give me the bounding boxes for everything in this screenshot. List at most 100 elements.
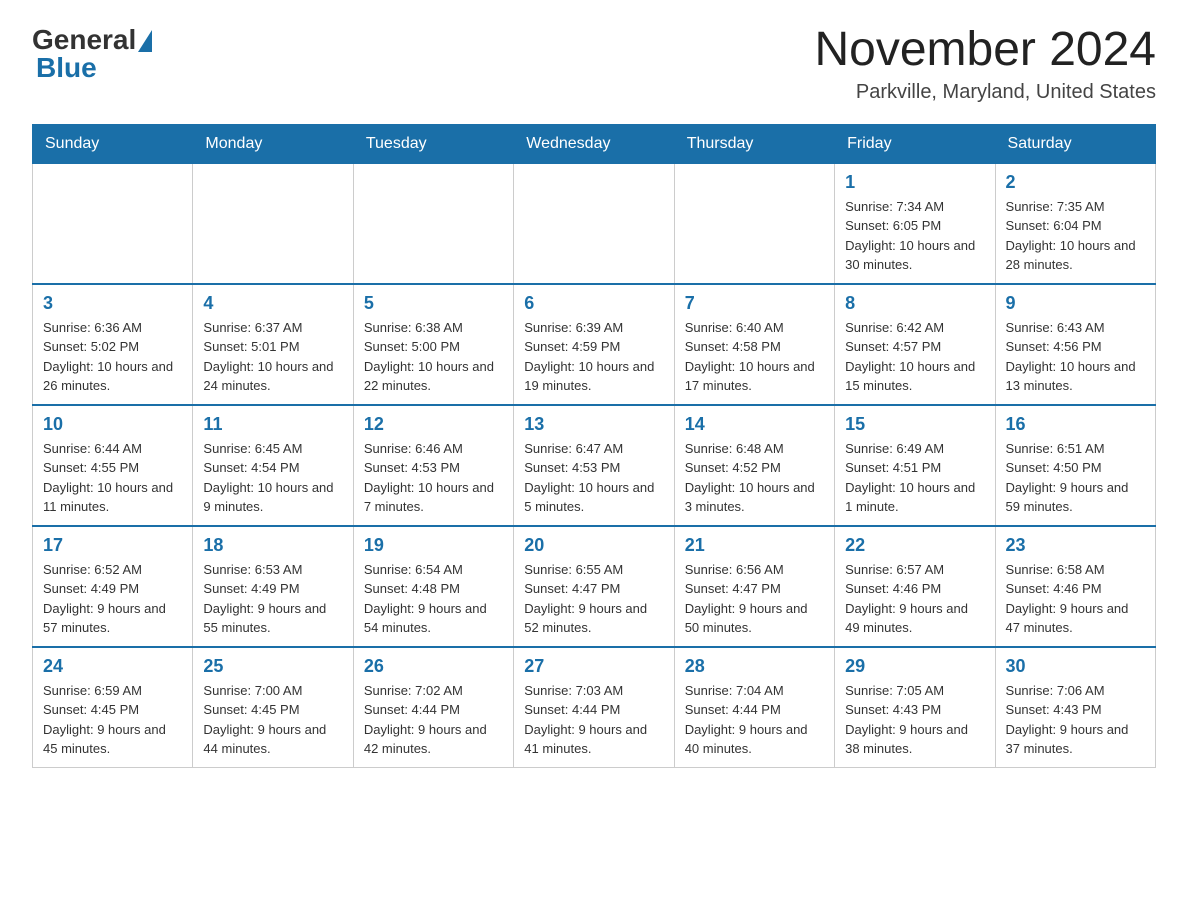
table-row: 3 Sunrise: 6:36 AMSunset: 5:02 PMDaylight… <box>33 284 193 405</box>
table-row: 5 Sunrise: 6:38 AMSunset: 5:00 PMDaylight… <box>353 284 513 405</box>
day-info: Sunrise: 6:38 AMSunset: 5:00 PMDaylight:… <box>364 318 503 396</box>
month-title: November 2024 <box>814 24 1156 77</box>
col-sunday: Sunday <box>33 124 193 163</box>
table-row: 10 Sunrise: 6:44 AMSunset: 4:55 PMDayligh… <box>33 405 193 526</box>
day-number: 27 <box>524 656 663 677</box>
day-number: 30 <box>1006 656 1145 677</box>
logo-triangle-icon <box>138 30 152 52</box>
day-info: Sunrise: 7:35 AMSunset: 6:04 PMDaylight:… <box>1006 197 1145 275</box>
col-saturday: Saturday <box>995 124 1155 163</box>
day-info: Sunrise: 6:45 AMSunset: 4:54 PMDaylight:… <box>203 439 342 517</box>
day-number: 4 <box>203 293 342 314</box>
calendar-week-row: 17Sunrise: 6:52 AMSunset: 4:49 PMDayligh… <box>33 526 1156 647</box>
table-row <box>674 163 834 284</box>
location-subtitle: Parkville, Maryland, United States <box>814 81 1156 104</box>
table-row: 11 Sunrise: 6:45 AMSunset: 4:54 PMDayligh… <box>193 405 353 526</box>
day-info: Sunrise: 6:51 AMSunset: 4:50 PMDaylight:… <box>1006 439 1145 517</box>
table-row: 14Sunrise: 6:48 AMSunset: 4:52 PMDayligh… <box>674 405 834 526</box>
day-info: Sunrise: 7:05 AMSunset: 4:43 PMDaylight:… <box>845 681 984 759</box>
day-number: 10 <box>43 414 182 435</box>
table-row: 13Sunrise: 6:47 AMSunset: 4:53 PMDayligh… <box>514 405 674 526</box>
day-info: Sunrise: 6:56 AMSunset: 4:47 PMDaylight:… <box>685 560 824 638</box>
table-row: 18Sunrise: 6:53 AMSunset: 4:49 PMDayligh… <box>193 526 353 647</box>
day-number: 8 <box>845 293 984 314</box>
day-info: Sunrise: 6:47 AMSunset: 4:53 PMDaylight:… <box>524 439 663 517</box>
table-row: 16 Sunrise: 6:51 AMSunset: 4:50 PMDayligh… <box>995 405 1155 526</box>
table-row <box>514 163 674 284</box>
col-wednesday: Wednesday <box>514 124 674 163</box>
day-number: 1 <box>845 172 984 193</box>
calendar-week-row: 3 Sunrise: 6:36 AMSunset: 5:02 PMDaylight… <box>33 284 1156 405</box>
day-info: Sunrise: 6:40 AMSunset: 4:58 PMDaylight:… <box>685 318 824 396</box>
table-row: 19 Sunrise: 6:54 AMSunset: 4:48 PMDayligh… <box>353 526 513 647</box>
table-row <box>33 163 193 284</box>
day-info: Sunrise: 7:34 AMSunset: 6:05 PMDaylight:… <box>845 197 984 275</box>
table-row: 2 Sunrise: 7:35 AMSunset: 6:04 PMDaylight… <box>995 163 1155 284</box>
day-number: 2 <box>1006 172 1145 193</box>
day-info: Sunrise: 6:59 AMSunset: 4:45 PMDaylight:… <box>43 681 182 759</box>
table-row: 9Sunrise: 6:43 AMSunset: 4:56 PMDaylight… <box>995 284 1155 405</box>
day-number: 25 <box>203 656 342 677</box>
day-info: Sunrise: 6:44 AMSunset: 4:55 PMDaylight:… <box>43 439 182 517</box>
table-row: 26 Sunrise: 7:02 AMSunset: 4:44 PMDayligh… <box>353 647 513 768</box>
logo-blue-text: Blue <box>36 52 152 84</box>
day-number: 26 <box>364 656 503 677</box>
day-number: 22 <box>845 535 984 556</box>
day-info: Sunrise: 6:36 AMSunset: 5:02 PMDaylight:… <box>43 318 182 396</box>
calendar-week-row: 24 Sunrise: 6:59 AMSunset: 4:45 PMDayligh… <box>33 647 1156 768</box>
table-row: 12 Sunrise: 6:46 AMSunset: 4:53 PMDayligh… <box>353 405 513 526</box>
day-number: 24 <box>43 656 182 677</box>
day-info: Sunrise: 6:55 AMSunset: 4:47 PMDaylight:… <box>524 560 663 638</box>
day-number: 21 <box>685 535 824 556</box>
table-row <box>353 163 513 284</box>
table-row: 27 Sunrise: 7:03 AMSunset: 4:44 PMDayligh… <box>514 647 674 768</box>
day-number: 19 <box>364 535 503 556</box>
logo: General Blue <box>32 24 152 84</box>
day-info: Sunrise: 7:04 AMSunset: 4:44 PMDaylight:… <box>685 681 824 759</box>
day-number: 16 <box>1006 414 1145 435</box>
table-row: 22Sunrise: 6:57 AMSunset: 4:46 PMDayligh… <box>835 526 995 647</box>
day-number: 23 <box>1006 535 1145 556</box>
title-section: November 2024 Parkville, Maryland, Unite… <box>814 24 1156 104</box>
calendar-week-row: 10 Sunrise: 6:44 AMSunset: 4:55 PMDayligh… <box>33 405 1156 526</box>
col-friday: Friday <box>835 124 995 163</box>
day-info: Sunrise: 6:37 AMSunset: 5:01 PMDaylight:… <box>203 318 342 396</box>
day-info: Sunrise: 6:53 AMSunset: 4:49 PMDaylight:… <box>203 560 342 638</box>
day-info: Sunrise: 6:42 AMSunset: 4:57 PMDaylight:… <box>845 318 984 396</box>
table-row: 1 Sunrise: 7:34 AMSunset: 6:05 PMDaylight… <box>835 163 995 284</box>
table-row: 15Sunrise: 6:49 AMSunset: 4:51 PMDayligh… <box>835 405 995 526</box>
day-info: Sunrise: 7:06 AMSunset: 4:43 PMDaylight:… <box>1006 681 1145 759</box>
day-info: Sunrise: 6:46 AMSunset: 4:53 PMDaylight:… <box>364 439 503 517</box>
day-number: 28 <box>685 656 824 677</box>
col-tuesday: Tuesday <box>353 124 513 163</box>
day-number: 3 <box>43 293 182 314</box>
day-number: 29 <box>845 656 984 677</box>
day-number: 14 <box>685 414 824 435</box>
page-header: General Blue November 2024 Parkville, Ma… <box>32 24 1156 104</box>
table-row <box>193 163 353 284</box>
logo-general-text: General <box>32 24 136 55</box>
day-number: 11 <box>203 414 342 435</box>
table-row: 7Sunrise: 6:40 AMSunset: 4:58 PMDaylight… <box>674 284 834 405</box>
day-info: Sunrise: 6:49 AMSunset: 4:51 PMDaylight:… <box>845 439 984 517</box>
table-row: 30 Sunrise: 7:06 AMSunset: 4:43 PMDayligh… <box>995 647 1155 768</box>
table-row: 24 Sunrise: 6:59 AMSunset: 4:45 PMDayligh… <box>33 647 193 768</box>
table-row: 28 Sunrise: 7:04 AMSunset: 4:44 PMDayligh… <box>674 647 834 768</box>
table-row: 29 Sunrise: 7:05 AMSunset: 4:43 PMDayligh… <box>835 647 995 768</box>
day-number: 17 <box>43 535 182 556</box>
day-number: 12 <box>364 414 503 435</box>
day-number: 20 <box>524 535 663 556</box>
day-number: 5 <box>364 293 503 314</box>
table-row: 6Sunrise: 6:39 AMSunset: 4:59 PMDaylight… <box>514 284 674 405</box>
col-monday: Monday <box>193 124 353 163</box>
table-row: 20 Sunrise: 6:55 AMSunset: 4:47 PMDayligh… <box>514 526 674 647</box>
table-row: 23Sunrise: 6:58 AMSunset: 4:46 PMDayligh… <box>995 526 1155 647</box>
day-info: Sunrise: 7:03 AMSunset: 4:44 PMDaylight:… <box>524 681 663 759</box>
table-row: 25Sunrise: 7:00 AMSunset: 4:45 PMDayligh… <box>193 647 353 768</box>
day-info: Sunrise: 7:02 AMSunset: 4:44 PMDaylight:… <box>364 681 503 759</box>
calendar-table: Sunday Monday Tuesday Wednesday Thursday… <box>32 124 1156 768</box>
day-info: Sunrise: 6:54 AMSunset: 4:48 PMDaylight:… <box>364 560 503 638</box>
table-row: 8 Sunrise: 6:42 AMSunset: 4:57 PMDaylight… <box>835 284 995 405</box>
calendar-week-row: 1 Sunrise: 7:34 AMSunset: 6:05 PMDaylight… <box>33 163 1156 284</box>
table-row: 21 Sunrise: 6:56 AMSunset: 4:47 PMDayligh… <box>674 526 834 647</box>
